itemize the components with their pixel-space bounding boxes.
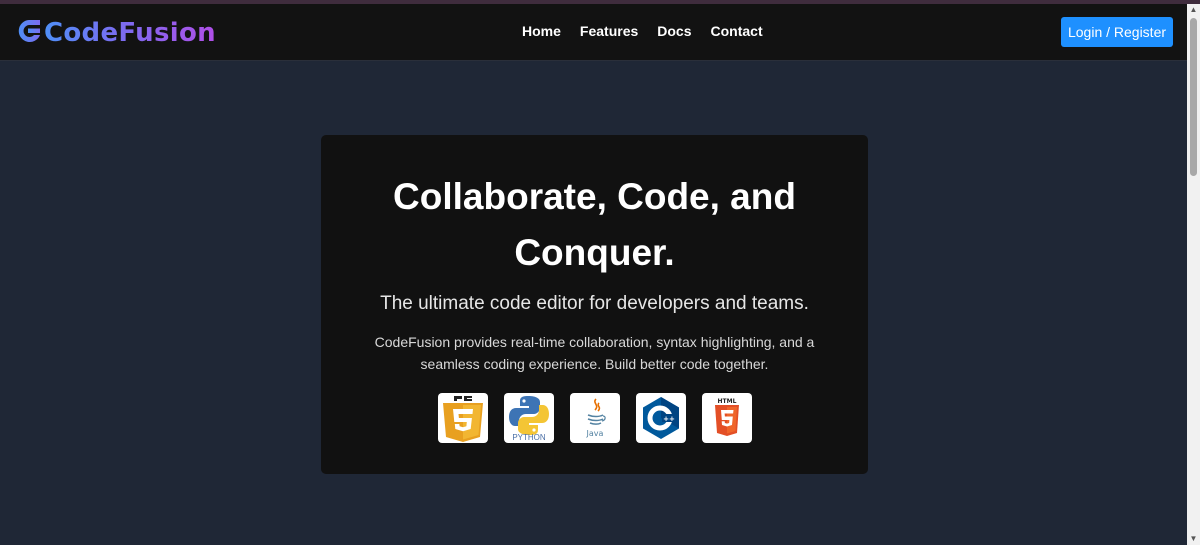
scroll-up-arrow-icon[interactable]: ▲ <box>1187 4 1200 16</box>
java-icon-label: Java <box>586 429 604 438</box>
login-register-button[interactable]: Login / Register <box>1061 17 1173 47</box>
hero-title: Collaborate, Code, and Conquer. <box>393 176 796 273</box>
nav-link-features[interactable]: Features <box>580 23 638 39</box>
python-icon-label: PYTHON <box>512 433 546 442</box>
html5-icon: HTML <box>702 393 752 443</box>
brand[interactable]: CodeFusion <box>16 17 216 49</box>
scrollbar-thumb[interactable] <box>1190 18 1197 176</box>
hero-description: CodeFusion provides real-time collaborat… <box>374 334 815 372</box>
nav-link-docs[interactable]: Docs <box>657 23 691 39</box>
javascript-icon <box>438 393 488 443</box>
page-scrollbar[interactable]: ▲ ▼ <box>1187 4 1200 545</box>
codefusion-logo-icon <box>16 18 44 49</box>
cpp-icon: ++ <box>636 393 686 443</box>
hero-card: Collaborate, Code, and Conquer. The ulti… <box>321 135 868 474</box>
nav-link-contact[interactable]: Contact <box>711 23 763 39</box>
nav-link-home[interactable]: Home <box>522 23 561 39</box>
hero-subtitle: The ultimate code editor for developers … <box>380 293 809 314</box>
java-icon: Java <box>570 393 620 443</box>
navbar: CodeFusion Home Features Docs Contact Lo… <box>0 4 1187 61</box>
python-icon: PYTHON <box>504 393 554 443</box>
html5-icon-label: HTML <box>718 398 737 405</box>
scroll-down-arrow-icon[interactable]: ▼ <box>1187 533 1200 545</box>
language-icons: PYTHON Java ++ HTML <box>438 393 752 443</box>
nav-links: Home Features Docs Contact <box>522 23 782 39</box>
svg-text:++: ++ <box>663 415 675 423</box>
brand-name: CodeFusion <box>44 18 216 48</box>
